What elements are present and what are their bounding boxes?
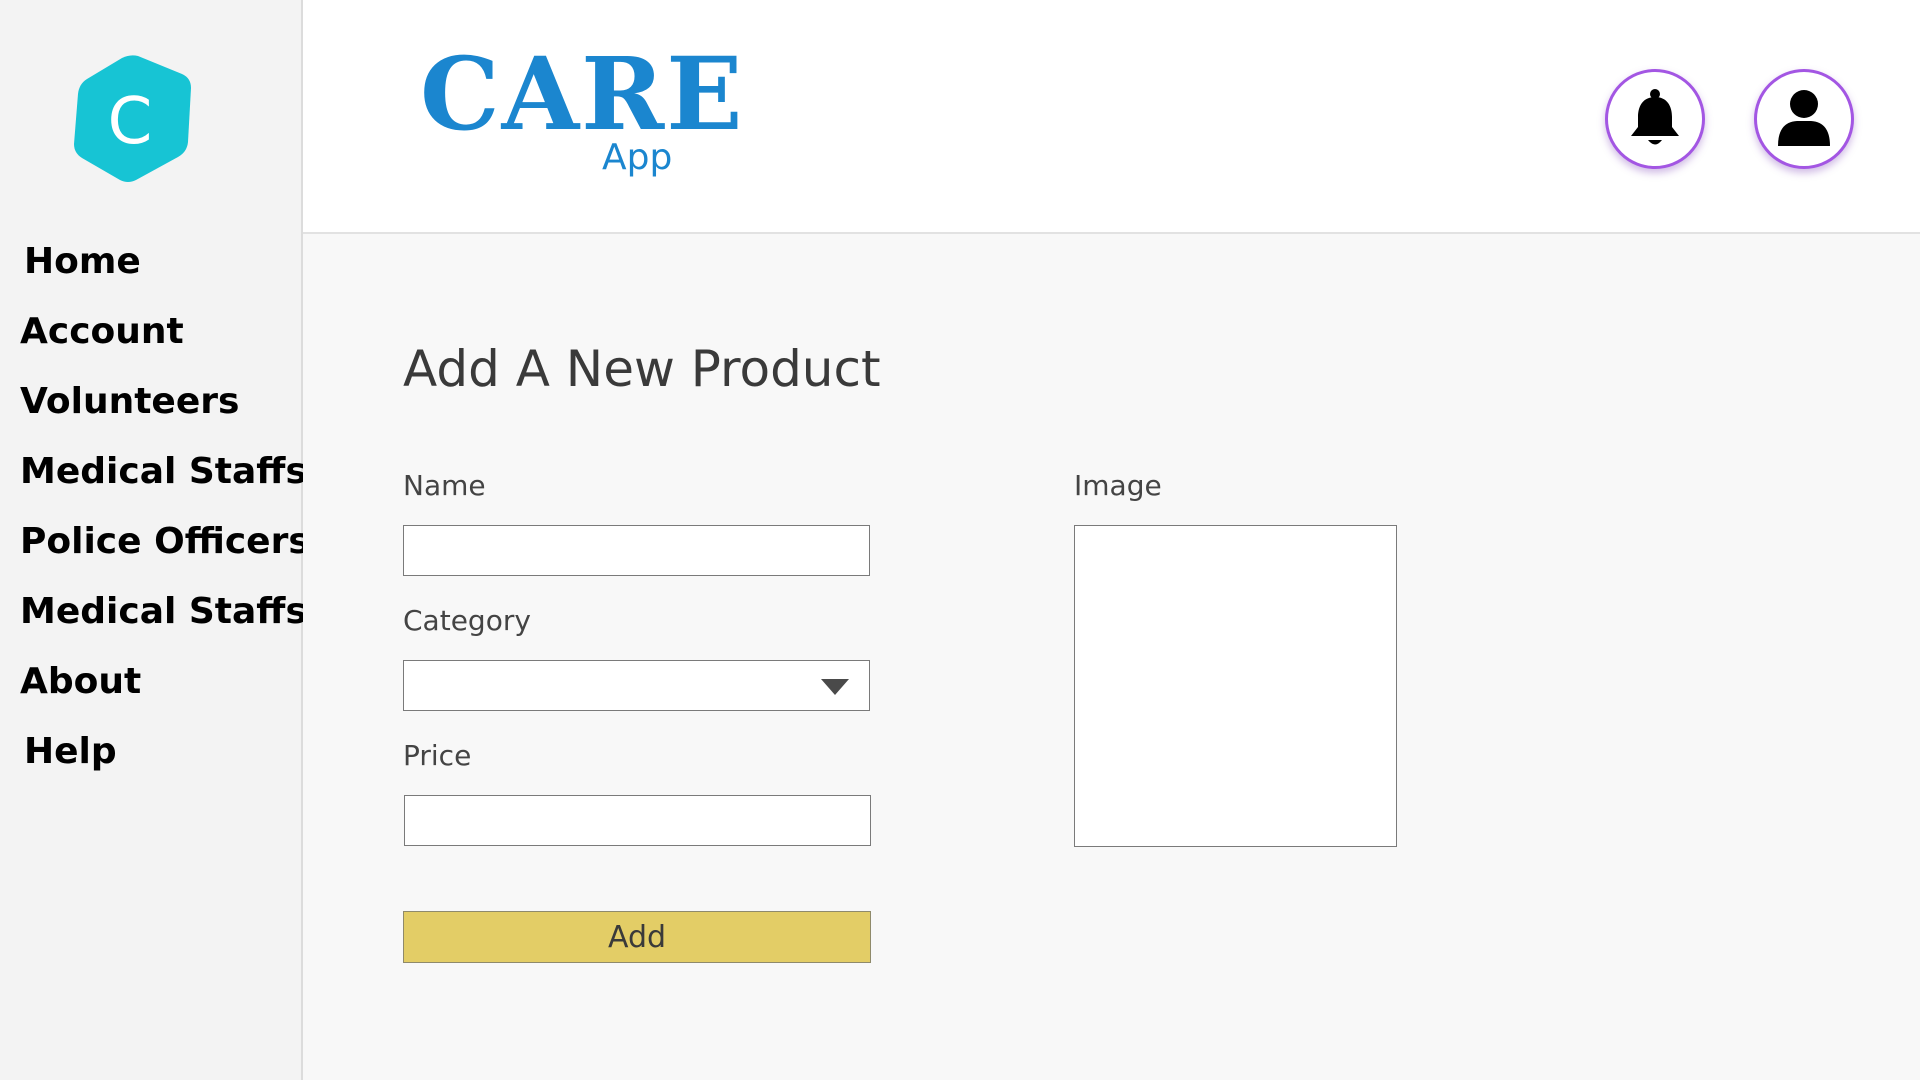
name-input[interactable] (403, 525, 870, 576)
notifications-button[interactable] (1605, 69, 1705, 169)
add-button[interactable]: Add (403, 911, 871, 963)
brand-title: CARE (420, 35, 745, 153)
sidebar-item-volunteers[interactable]: Volunteers (20, 384, 239, 420)
chevron-down-icon (821, 679, 849, 695)
sidebar-item-about[interactable]: About (20, 664, 141, 700)
image-upload-area[interactable] (1074, 525, 1397, 847)
sidebar-item-medical-staffs-2[interactable]: Medical Staffs (20, 594, 307, 630)
category-label: Category (403, 604, 531, 637)
page-title: Add A New Product (403, 340, 881, 398)
sidebar-item-account[interactable]: Account (20, 314, 184, 350)
price-label: Price (403, 739, 472, 772)
image-label: Image (1074, 469, 1162, 502)
sidebar-item-medical-staffs[interactable]: Medical Staffs (20, 454, 307, 490)
sidebar-item-home[interactable]: Home (24, 244, 141, 280)
category-select[interactable] (403, 660, 870, 711)
price-input[interactable] (404, 795, 871, 846)
profile-button[interactable] (1754, 69, 1854, 169)
top-header: CARE App (303, 0, 1920, 234)
brand-subtitle: App (602, 137, 673, 178)
user-icon (1778, 90, 1830, 146)
sidebar: C Home Account Volunteers Medical Staffs… (0, 0, 310, 1080)
sidebar-item-help[interactable]: Help (24, 734, 117, 770)
bell-icon (1631, 89, 1679, 145)
name-label: Name (403, 469, 486, 502)
app-logo: C (74, 55, 191, 183)
logo-letter: C (108, 85, 153, 159)
sidebar-item-police-officers[interactable]: Police Officers (20, 524, 310, 560)
main-content: Add A New Product Name Category Price Im… (303, 234, 1920, 1080)
